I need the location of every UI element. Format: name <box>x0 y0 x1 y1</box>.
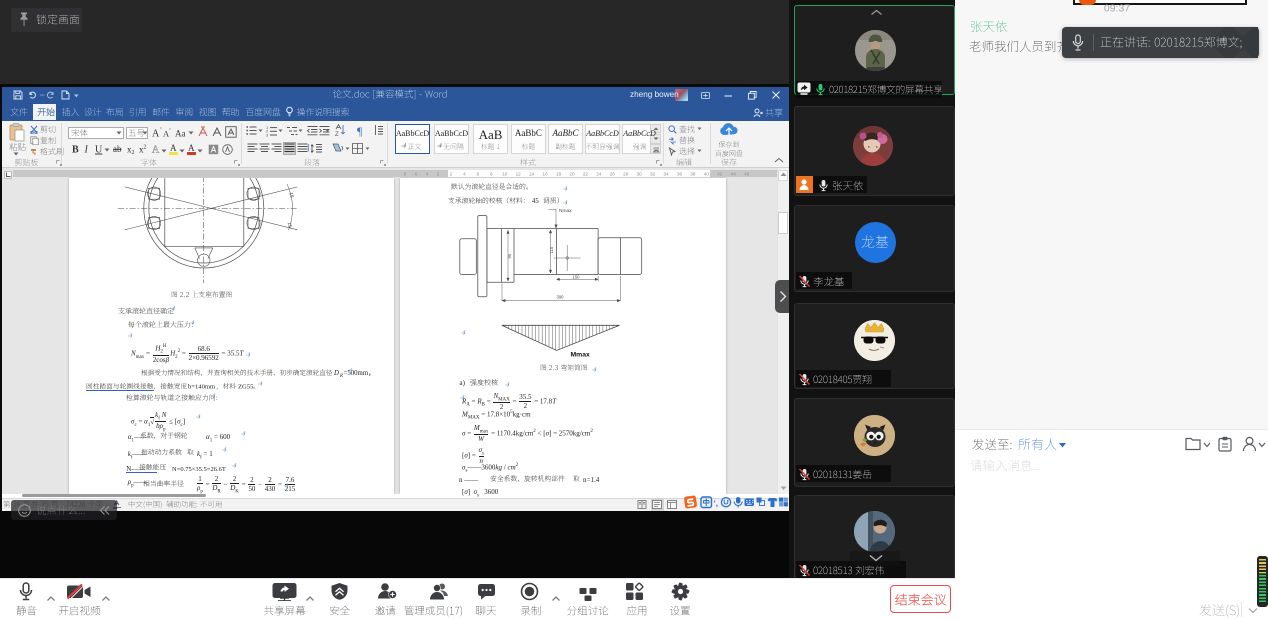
svg-text:Mmax: Mmax <box>570 352 589 359</box>
svg-text:3: 3 <box>266 132 269 137</box>
svg-text:95: 95 <box>507 253 512 258</box>
svg-text:390: 390 <box>556 295 564 300</box>
svg-text:115: 115 <box>549 246 554 253</box>
svg-text:15: 15 <box>285 221 292 228</box>
svg-text:ʼ,: ʼ, <box>714 499 718 508</box>
svg-text:15: 15 <box>287 192 294 199</box>
svg-text:150: 150 <box>572 274 580 279</box>
svg-text:Nmax: Nmax <box>559 208 572 214</box>
svg-text:Z: Z <box>335 132 339 137</box>
svg-text:¶: ¶ <box>357 124 363 137</box>
